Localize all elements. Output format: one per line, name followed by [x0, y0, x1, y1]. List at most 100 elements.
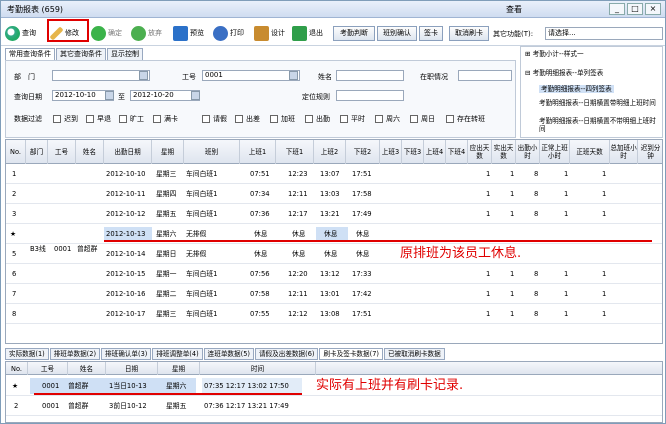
tree-item[interactable]: 考勤明细报表--日期横置带明细上班时间 — [539, 99, 661, 107]
annotation-underline — [104, 240, 652, 242]
design-button[interactable]: 设计 — [254, 23, 285, 43]
name-input[interactable] — [336, 70, 404, 81]
check-overtime[interactable] — [270, 115, 278, 123]
check-early[interactable] — [86, 115, 94, 123]
report-tree: ⊞ 考勤小计--样式一 ⊟ 考勤明细报表--单列签表 考勤明细报表--四列签表 … — [520, 46, 663, 138]
cell-regular: 1 — [602, 310, 607, 318]
empno-dropdown-icon[interactable] — [289, 71, 298, 80]
cell-normal: 1 — [564, 310, 569, 318]
date-to-dropdown-icon[interactable] — [191, 91, 200, 100]
exit-button[interactable]: 退出 — [292, 23, 323, 43]
tree-item[interactable]: ⊞ 考勤小计--样式一 — [525, 50, 584, 58]
status-label: 在职情况 — [420, 73, 448, 81]
cell-due: 1 — [486, 210, 491, 218]
tab-consecutive-shift[interactable]: 连班单数据(5) — [203, 348, 254, 360]
attendance-grid: No. 部门 工号 姓名 出勤日期 星期 班别 上班1 下班1 上班2 下班2 … — [5, 139, 663, 344]
tree-item-selected[interactable]: 考勤明细报表--四列签表 — [539, 85, 614, 93]
check-full-label: 满卡 — [164, 115, 178, 123]
cell-in1: 07:34 — [250, 190, 270, 198]
table-row[interactable]: 8 2012-10-17 星期三 车间白班1 07:55 12:12 13:08… — [6, 304, 662, 324]
cell-in2: 13:08 — [320, 310, 340, 318]
cell-due: 1 — [486, 190, 491, 198]
date-to-input[interactable]: 2012-10-20 — [130, 90, 200, 101]
cell-hours: 8 — [534, 190, 539, 198]
cancel-icon — [131, 25, 146, 41]
view-label: 查看 — [506, 5, 522, 14]
cell-act: 1 — [510, 270, 515, 278]
data-filter-label: 数据过滤 — [14, 115, 42, 123]
cell-no: 3 — [12, 210, 17, 218]
date-from-dropdown-icon[interactable] — [105, 91, 114, 100]
cell-hours: 8 — [534, 270, 539, 278]
tab-swipe-sign[interactable]: 刷卡及签卡数据(7) — [319, 348, 383, 360]
tab-schedule-data[interactable]: 排班单数据(2) — [49, 348, 101, 360]
cell-in1: 07:51 — [250, 170, 270, 178]
check-absent-label: 旷工 — [130, 115, 144, 123]
tab-actual-data[interactable]: 实际数据(1) — [5, 348, 49, 360]
cell-time: 07:36 12:17 13:21 17:49 — [204, 402, 289, 410]
maximize-button[interactable]: □ — [627, 3, 643, 15]
cell-in1: 07:56 — [250, 270, 270, 278]
check-weekday[interactable] — [340, 115, 348, 123]
cell-no: 8 — [12, 310, 17, 318]
cell-shift: 车间白班1 — [186, 310, 218, 318]
table-row[interactable]: 5 2012-10-14 星期日 无排假 休息 休息 休息 休息 — [6, 244, 662, 264]
cell-in2: 13:12 — [320, 270, 340, 278]
col-in2: 上班2 — [314, 140, 346, 164]
check-absent[interactable] — [119, 115, 127, 123]
table-row[interactable]: 1 2012-10-10 星期三 车间白班1 07:51 12:23 13:07… — [6, 164, 662, 184]
preview-button[interactable]: 预览 — [173, 23, 204, 43]
other-functions-select[interactable]: 请选择... — [545, 27, 663, 40]
status-input[interactable] — [458, 70, 512, 81]
cell-due: 1 — [486, 270, 491, 278]
table-row[interactable]: 7 2012-10-16 星期二 车间白班1 07:58 12:11 13:01… — [6, 284, 662, 304]
shift-confirm-button[interactable]: 班别确认 — [377, 26, 417, 41]
attendance-judge-button[interactable]: 考勤判断 — [333, 26, 375, 41]
tab-schedule-adjust[interactable]: 排班调整单(4) — [152, 348, 203, 360]
cell-out2: 17:33 — [352, 270, 372, 278]
check-attendance[interactable] — [305, 115, 313, 123]
tab-common-query[interactable]: 常用查询条件 — [5, 48, 55, 60]
check-trip[interactable] — [235, 115, 243, 123]
check-saturday[interactable] — [375, 115, 383, 123]
minimize-button[interactable]: _ — [609, 3, 625, 15]
table-row[interactable]: 2 2012-10-11 星期四 车间白班1 07:34 12:11 13:03… — [6, 184, 662, 204]
table-row[interactable]: 3 2012-10-12 星期五 车间白班1 07:36 12:17 13:21… — [6, 204, 662, 224]
col-name: 姓名 — [76, 140, 104, 164]
sign-card-button[interactable]: 签卡 — [419, 26, 443, 41]
empno-label: 工号 — [182, 73, 196, 81]
col2-empno: 工号 — [28, 362, 68, 375]
check-weekday-label: 平时 — [351, 115, 365, 123]
confirm-button[interactable]: 确定 — [91, 23, 122, 43]
dept-dropdown-icon[interactable] — [139, 71, 148, 80]
check-shift-change[interactable] — [446, 115, 454, 123]
tab-schedule-confirm[interactable]: 排班确认单(3) — [101, 348, 152, 360]
check-leave[interactable] — [202, 115, 210, 123]
check-sunday[interactable] — [410, 115, 418, 123]
cell-shift: 车间白班1 — [186, 210, 218, 218]
swipe-grid: No. 工号 姓名 日期 星期 时间 ★ 0001 曾超群 1当日10-13 星… — [5, 361, 663, 423]
check-full[interactable] — [153, 115, 161, 123]
swipe-row[interactable]: 2 0001 曾超群 3前日10-12 星期五 07:36 12:17 13:2… — [6, 396, 662, 416]
cell-in1: 07:36 — [250, 210, 270, 218]
close-button[interactable]: × — [645, 3, 661, 15]
tab-other-query[interactable]: 其它查询条件 — [56, 48, 106, 60]
dept-input[interactable] — [52, 70, 150, 81]
tree-item[interactable]: ⊟ 考勤明细报表--单列签表 — [525, 69, 603, 77]
cancel-swipe-button[interactable]: 取消刷卡 — [449, 26, 489, 41]
col-week: 星期 — [152, 140, 184, 164]
rule-input[interactable] — [336, 90, 404, 101]
tab-cancelled-swipe[interactable]: 已被取消刷卡数据 — [383, 348, 445, 360]
empno-input[interactable]: 0001 — [202, 70, 300, 81]
table-row[interactable]: 6 2012-10-15 星期一 车间白班1 07:56 12:20 13:12… — [6, 264, 662, 284]
tree-item[interactable]: 考勤明细报表--日期横置不带明细上班时间 — [539, 117, 661, 133]
exit-icon — [292, 25, 307, 41]
abandon-button[interactable]: 放弃 — [131, 23, 162, 43]
tab-leave-trip[interactable]: 请假及出差数据(6) — [254, 348, 319, 360]
cell-hours: 8 — [534, 310, 539, 318]
cell-regular: 1 — [602, 190, 607, 198]
tab-display-control[interactable]: 显示控制 — [107, 48, 143, 60]
query-button[interactable]: 查询 — [5, 23, 36, 43]
check-late[interactable] — [53, 115, 61, 123]
print-button[interactable]: 打印 — [213, 23, 244, 43]
